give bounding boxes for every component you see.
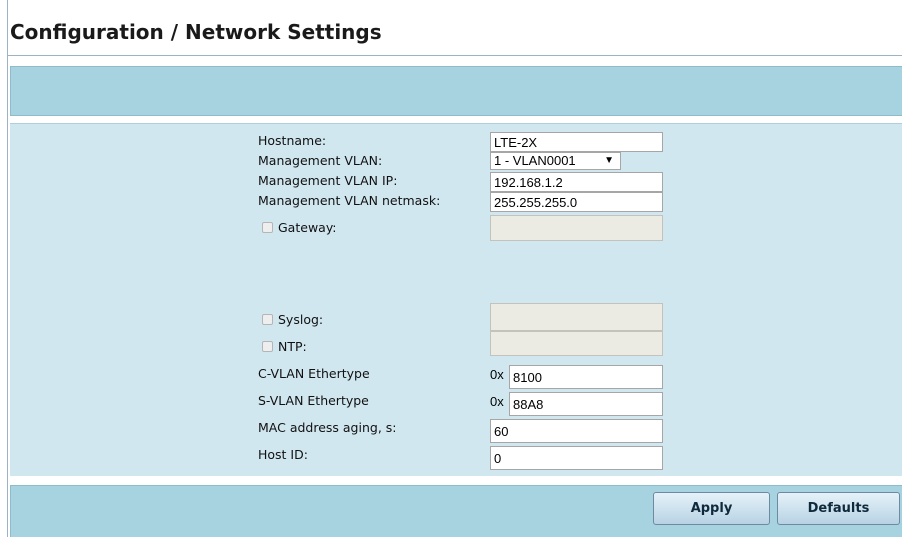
host-id-input[interactable] <box>490 446 663 470</box>
s-vlan-ethertype-row: S-VLAN Ethertype 0x <box>258 391 678 416</box>
ntp-label-group: NTP: <box>262 337 307 357</box>
hostname-row: Hostname: <box>258 131 678 152</box>
management-vlan-ip-input[interactable] <box>490 172 663 192</box>
gateway-input[interactable] <box>490 215 663 241</box>
ntp-checkbox[interactable] <box>262 341 273 352</box>
host-id-label: Host ID: <box>258 447 308 462</box>
c-vlan-ethertype-label: C-VLAN Ethertype <box>258 366 370 381</box>
s-vlan-ethertype-prefix: 0x <box>490 394 504 409</box>
page-title: Configuration / Network Settings <box>10 20 382 44</box>
mac-aging-row: MAC address aging, s: <box>258 418 678 443</box>
top-toolbar <box>10 66 902 116</box>
c-vlan-ethertype-input[interactable] <box>509 365 663 389</box>
management-vlan-netmask-label: Management VLAN netmask: <box>258 193 441 208</box>
ntp-row: NTP: <box>258 331 678 357</box>
ntp-input[interactable] <box>490 331 663 356</box>
management-vlan-label: Management VLAN: <box>258 153 383 168</box>
management-vlan-ip-label: Management VLAN IP: <box>258 173 398 188</box>
s-vlan-ethertype-input[interactable] <box>509 392 663 416</box>
s-vlan-ethertype-label: S-VLAN Ethertype <box>258 393 369 408</box>
syslog-row: Syslog: <box>258 303 678 331</box>
management-vlan-row: Management VLAN: 1 - VLAN0001 ▼ <box>258 151 678 171</box>
management-vlan-netmask-input[interactable] <box>490 192 663 212</box>
ntp-label: NTP: <box>278 339 307 354</box>
mac-aging-label: MAC address aging, s: <box>258 420 397 435</box>
syslog-input[interactable] <box>490 303 663 331</box>
management-vlan-ip-row: Management VLAN IP: <box>258 171 678 192</box>
gateway-checkbox[interactable] <box>262 222 273 233</box>
triangle-down-icon: ▼ <box>604 155 614 166</box>
mac-aging-input[interactable] <box>490 419 663 443</box>
defaults-button[interactable]: Defaults <box>777 492 900 525</box>
gateway-label-group: Gateway: <box>262 218 337 238</box>
syslog-label-group: Syslog: <box>262 310 323 330</box>
host-id-row: Host ID: <box>258 445 678 470</box>
management-vlan-select[interactable]: 1 - VLAN0001 ▼ <box>490 152 621 170</box>
management-vlan-selected-value: 1 - VLAN0001 <box>494 153 576 168</box>
gateway-row: Gateway: <box>258 215 678 241</box>
apply-button[interactable]: Apply <box>653 492 770 525</box>
syslog-label: Syslog: <box>278 312 324 327</box>
hostname-label: Hostname: <box>258 133 327 148</box>
hostname-input[interactable] <box>490 132 663 152</box>
gateway-label: Gateway: <box>278 220 337 235</box>
title-divider <box>8 55 902 56</box>
c-vlan-ethertype-row: C-VLAN Ethertype 0x <box>258 364 678 389</box>
management-vlan-netmask-row: Management VLAN netmask: <box>258 191 678 212</box>
syslog-checkbox[interactable] <box>262 314 273 325</box>
c-vlan-ethertype-prefix: 0x <box>490 367 504 382</box>
